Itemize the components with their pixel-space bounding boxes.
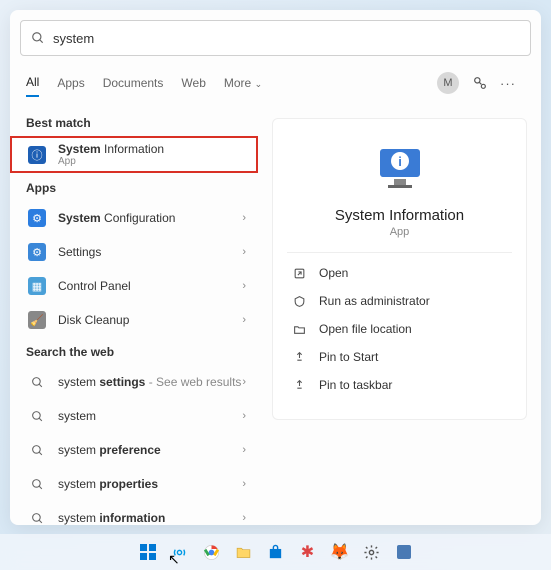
chevron-right-icon: › [242,246,246,258]
section-search-web: Search the web [10,337,258,365]
chevron-right-icon: › [242,478,246,490]
web-item[interactable]: system properties › [10,467,258,501]
web-item[interactable]: system › [10,399,258,433]
start-button[interactable] [134,538,162,566]
tab-web[interactable]: Web [181,70,205,96]
chevron-down-icon: ⌄ [255,79,263,89]
action-pin-start[interactable]: Pin to Start [287,343,512,371]
chevron-right-icon: › [242,512,246,524]
options-icon[interactable] [469,72,491,94]
pin-icon [289,351,309,364]
preview-title: System Information [287,207,512,224]
taskbar-store-icon[interactable] [262,538,290,566]
taskbar-broadcast-icon[interactable] [166,538,194,566]
user-avatar[interactable]: M [437,72,459,94]
action-open-location[interactable]: Open file location [287,315,512,343]
action-run-admin[interactable]: Run as administrator [287,287,512,315]
chevron-right-icon: › [242,280,246,292]
chevron-right-icon: › [242,376,246,388]
search-icon [26,405,48,427]
chevron-right-icon: › [242,314,246,326]
results-column: Best match ⓘ System Information App Apps… [10,100,258,525]
preview-subtitle: App [287,226,512,238]
settings-icon: ⚙ [26,241,48,263]
chevron-right-icon: › [242,410,246,422]
search-icon [26,371,48,393]
search-icon [26,507,48,525]
web-item[interactable]: system preference › [10,433,258,467]
search-icon [26,473,48,495]
disk-cleanup-icon: 🧹 [26,309,48,331]
system-information-large-icon: i [372,139,428,195]
web-item[interactable]: system information › [10,501,258,525]
tab-documents[interactable]: Documents [103,70,164,96]
tab-apps[interactable]: Apps [57,70,84,96]
taskbar-settings-icon[interactable] [358,538,386,566]
search-icon [26,439,48,461]
chevron-right-icon: › [242,444,246,456]
preview-card: i System Information App Open Run as adm… [272,118,527,420]
best-match-item[interactable]: ⓘ System Information App [10,136,258,173]
admin-icon [289,295,309,308]
section-best-match: Best match [10,108,258,136]
app-item-control-panel[interactable]: ▦ Control Panel › [10,269,258,303]
system-information-icon: ⓘ [26,144,48,166]
taskbar-app-icon[interactable] [390,538,418,566]
web-item[interactable]: system settings - See web results › [10,365,258,399]
section-apps: Apps [10,173,258,201]
tabs-row: All Apps Documents Web More ⌄ M ··· [10,66,541,100]
open-icon [289,267,309,280]
search-box[interactable] [20,20,531,56]
system-configuration-icon: ⚙ [26,207,48,229]
tab-all[interactable]: All [26,69,39,97]
taskbar-gimp-icon[interactable]: 🦊 [326,538,354,566]
taskbar-chrome-icon[interactable] [198,538,226,566]
search-icon [31,31,45,45]
pin-icon [289,379,309,392]
control-panel-icon: ▦ [26,275,48,297]
search-input[interactable] [53,31,520,46]
preview-column: i System Information App Open Run as adm… [258,100,541,525]
taskbar-app-icon[interactable]: ✱ [294,538,322,566]
taskbar-explorer-icon[interactable] [230,538,258,566]
app-item-system-configuration[interactable]: ⚙ System Configuration › [10,201,258,235]
svg-text:i: i [398,154,402,169]
tab-more[interactable]: More ⌄ [224,70,262,96]
app-item-settings[interactable]: ⚙ Settings › [10,235,258,269]
start-search-panel: All Apps Documents Web More ⌄ M ··· Best… [10,10,541,525]
folder-icon [289,323,309,336]
taskbar: ✱ 🦊 [0,534,551,570]
chevron-right-icon: › [242,212,246,224]
more-icon[interactable]: ··· [497,72,519,94]
action-pin-taskbar[interactable]: Pin to taskbar [287,371,512,399]
action-open[interactable]: Open [287,259,512,287]
app-item-disk-cleanup[interactable]: 🧹 Disk Cleanup › [10,303,258,337]
